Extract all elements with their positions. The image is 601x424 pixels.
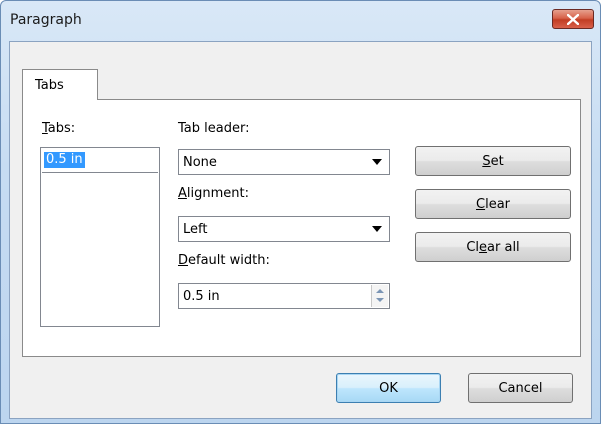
tab-leader-dropdown[interactable]: None	[178, 149, 390, 175]
cancel-button[interactable]: Cancel	[468, 373, 573, 403]
set-button[interactable]: Set	[415, 146, 571, 176]
chevron-down-icon	[372, 226, 382, 232]
ok-button-label: OK	[379, 380, 398, 396]
clear-all-button-label: Clear all	[466, 239, 520, 255]
default-width-label: Default width:	[178, 253, 270, 268]
alignment-value: Left	[183, 222, 208, 237]
spin-up-icon[interactable]	[376, 289, 384, 293]
tab-leader-label: Tab leader:	[178, 121, 250, 136]
title-bar[interactable]: Paragraph	[1, 1, 600, 41]
clear-all-button[interactable]: Clear all	[415, 232, 571, 262]
default-width-spinner[interactable]: 0.5 in	[178, 283, 390, 309]
default-width-value: 0.5 in	[183, 289, 220, 304]
alignment-label: Alignment:	[178, 186, 249, 201]
spin-down-icon[interactable]	[376, 298, 384, 302]
clear-button-label: Clear	[476, 196, 510, 212]
cancel-button-label: Cancel	[498, 380, 543, 396]
spin-arrows-icon[interactable]	[371, 285, 388, 307]
tab-leader-value: None	[183, 155, 217, 170]
set-button-label: Set	[482, 153, 504, 169]
dialog-client-area: Tabs Tabs: 0.5 in Tab leader: None Align…	[9, 41, 592, 419]
tab-stops-list[interactable]: 0.5 in	[40, 147, 160, 327]
paragraph-dialog: Paragraph Tabs Tabs: 0.5 in Tab leader: …	[0, 0, 601, 424]
tab-stop-entry-selected[interactable]: 0.5 in	[44, 152, 85, 168]
ok-button[interactable]: OK	[336, 373, 441, 403]
close-button[interactable]	[552, 9, 594, 29]
close-icon	[567, 13, 579, 25]
chevron-down-icon	[372, 159, 382, 165]
tab-stops-label: Tabs:	[42, 121, 76, 136]
alignment-dropdown[interactable]: Left	[178, 216, 390, 242]
tab-tabs-label: Tabs	[35, 78, 64, 93]
tab-stop-input[interactable]: 0.5 in	[42, 149, 158, 173]
window-title: Paragraph	[10, 12, 82, 28]
tab-tabs[interactable]: Tabs	[22, 69, 98, 100]
clear-button[interactable]: Clear	[415, 189, 571, 219]
